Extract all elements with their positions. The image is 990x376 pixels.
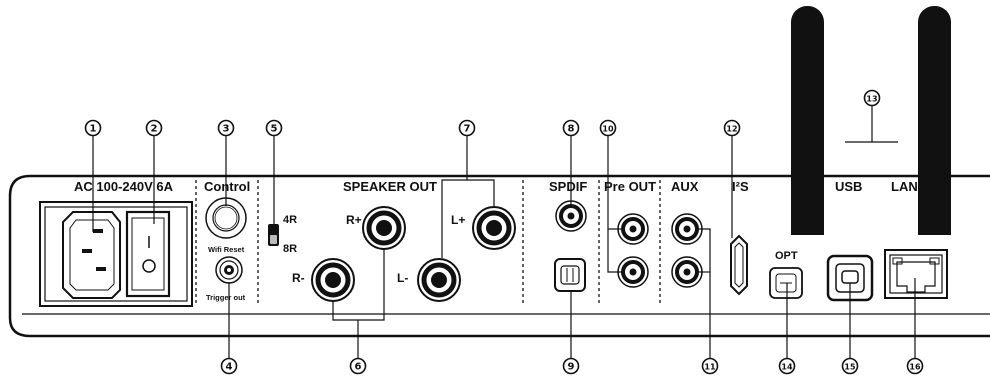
section-title-ac: AC 100-240V 6A [74,179,174,194]
label-wifi-reset: Wifi Reset [208,245,245,254]
callout-1: 1 [84,119,102,137]
callout-4: 4 [220,357,238,375]
callout-number: 16 [909,363,921,372]
label-trigger-out: Trigger out [206,293,246,302]
callout-12: 12 [723,119,741,137]
callout-number: 5 [271,124,278,135]
callout-6: 6 [349,357,367,375]
section-dividers [195,180,661,303]
label-4r: 4R [283,214,297,226]
power-switch [125,210,171,298]
callout-11: 11 [701,357,719,375]
label-l-minus: L- [397,271,408,285]
antenna-right-base [918,170,951,235]
rear-panel-diagram: AC 100-240V 6A Control SPEAKER OUT SPDIF… [8,6,990,375]
callout-number: 15 [844,363,856,372]
spdif-ports [554,200,587,292]
section-title-pre-out: Pre OUT [604,179,656,194]
control-ports [205,197,247,284]
callout-number: 6 [355,362,362,373]
section-title-usb: USB [835,179,862,194]
opt-port [769,267,803,299]
label-r-plus: R+ [346,213,362,227]
callout-5: 5 [265,119,283,137]
section-title-speaker-out: SPEAKER OUT [343,179,437,194]
speaker-terminals [311,206,516,302]
section-title-lan: LAN [891,179,918,194]
label-opt: OPT [775,250,798,262]
section-title-spdif: SPDIF [549,179,587,194]
section-title-i2s: I²S [732,179,749,194]
aux-ports [671,213,703,288]
callout-number: 9 [568,362,575,373]
callout-number: 2 [151,124,158,135]
callout-14: 14 [778,357,796,375]
ac-power-module [39,201,193,307]
callout-number: 7 [464,124,471,135]
callout-9: 9 [562,357,580,375]
pre-out-ports [617,213,649,288]
label-r-minus: R- [292,271,305,285]
callout-8: 8 [562,119,580,137]
callout-number: 1 [90,124,97,135]
callout-2: 2 [145,119,163,137]
callout-number: 10 [602,125,614,134]
section-title-control: Control [204,179,250,194]
callout-13: 13 [863,89,881,107]
callout-number: 3 [223,124,230,135]
i2s-port [730,234,748,296]
callout-7: 7 [458,119,476,137]
impedance-switch [268,224,279,246]
callout-number: 13 [866,95,877,104]
callout-10: 10 [599,119,617,137]
callout-number: 4 [226,362,233,373]
lan-port [884,249,948,299]
callout-number: 8 [568,124,575,135]
callout-number: 14 [781,363,793,372]
label-8r: 8R [283,243,297,255]
callout-3: 3 [217,119,235,137]
callout-16: 16 [906,357,924,375]
antenna-left-base [791,170,824,235]
label-l-plus: L+ [451,213,465,227]
callout-15: 15 [841,357,859,375]
section-title-aux: AUX [671,179,699,194]
callout-number: 11 [704,363,716,372]
callout-number: 12 [726,125,737,134]
